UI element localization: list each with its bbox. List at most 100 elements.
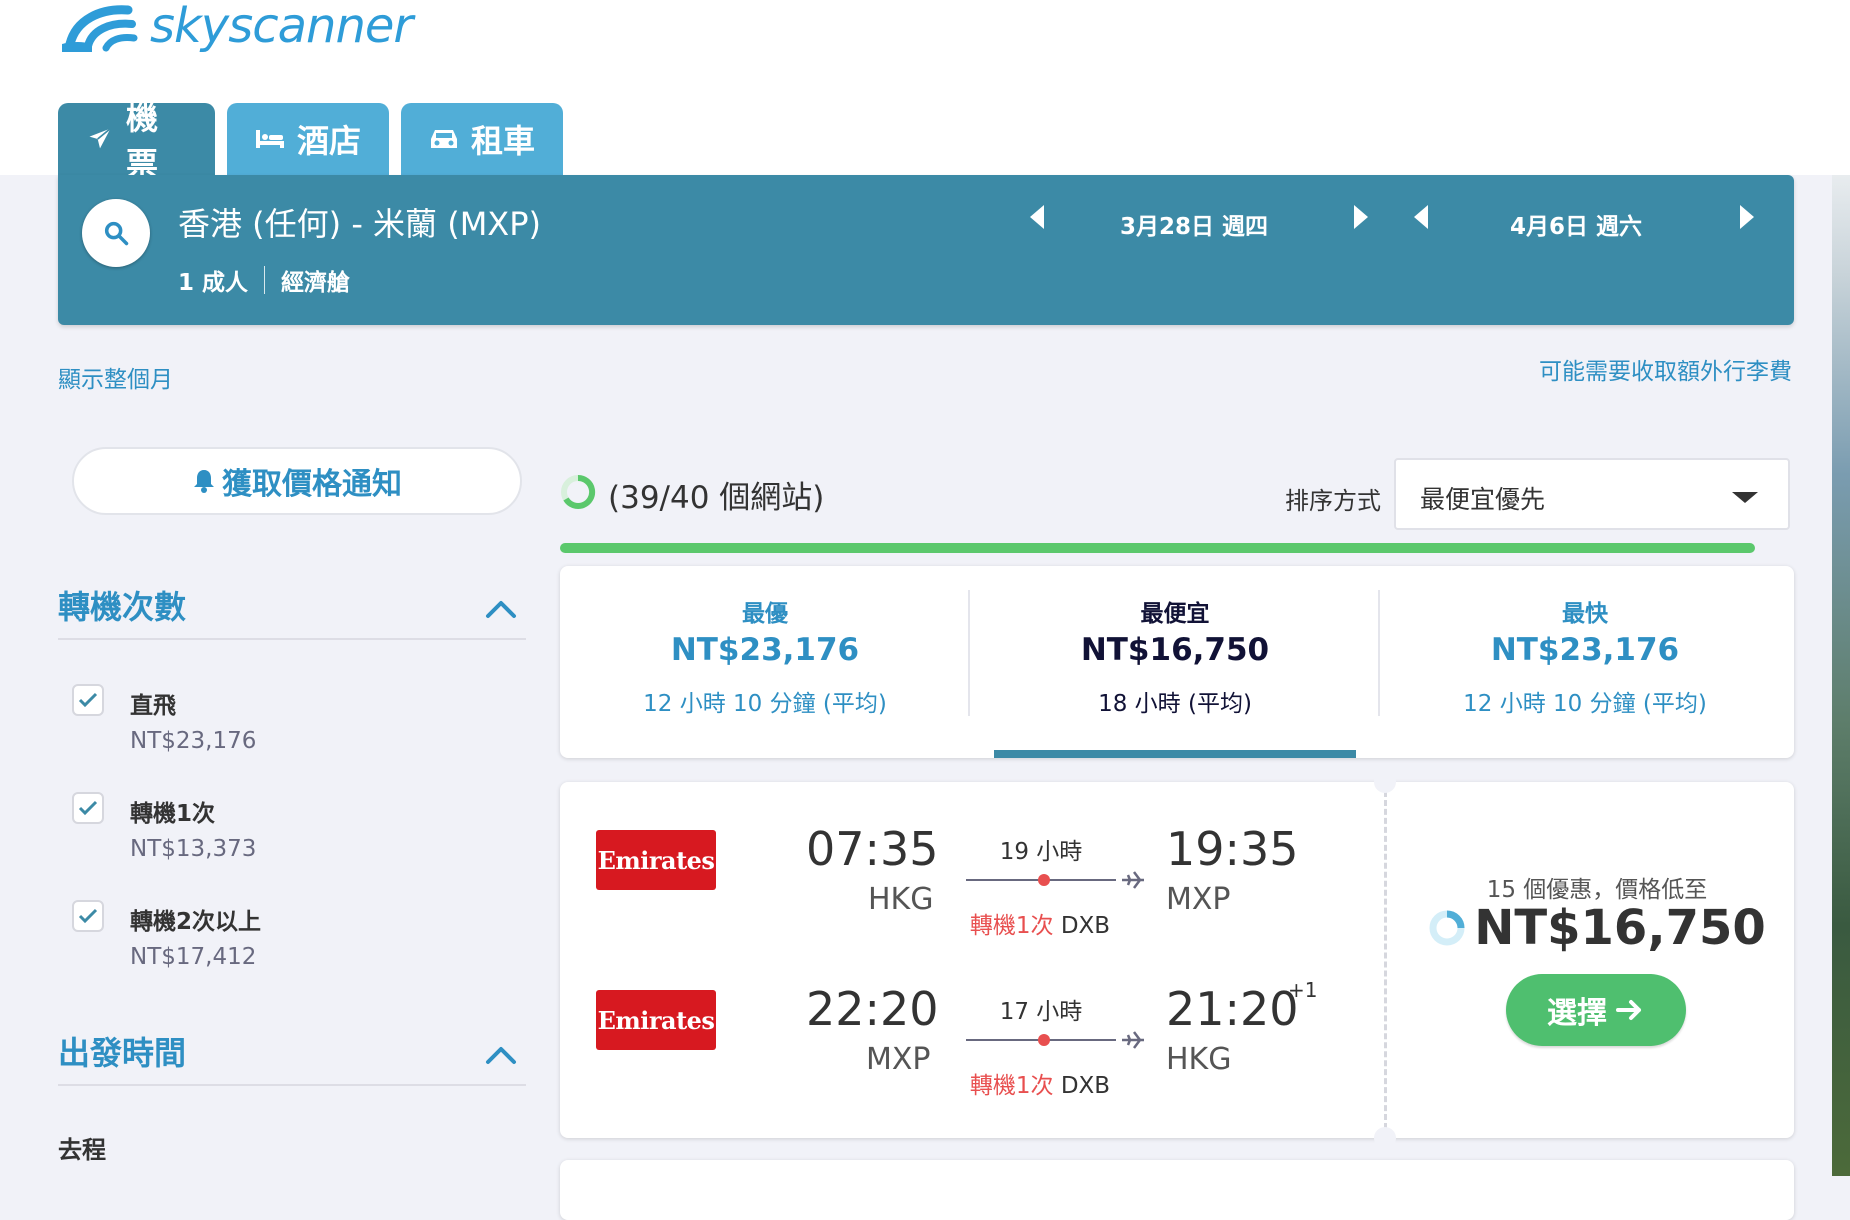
stops-filter-title: 轉機次數: [58, 588, 187, 626]
skyscanner-sunrise-icon: [62, 5, 138, 52]
tab-fastest[interactable]: 最快 NT$23,176 12 小時 10 分鐘 (平均): [1380, 566, 1790, 758]
ticket-notch: [1374, 1127, 1396, 1149]
tab-flights[interactable]: 機票: [58, 99, 215, 183]
leg2-stops: 轉機1次 DXB: [940, 1066, 1140, 1100]
leg2-duration: 17 小時: [999, 999, 1083, 1025]
tab-hotels[interactable]: 酒店: [227, 103, 390, 175]
deals-count-text: 15 個優惠，價格低至: [1486, 877, 1708, 903]
stops-one-checkbox[interactable]: [72, 792, 104, 824]
passenger-cabin-info[interactable]: 1 成人 經濟艙: [178, 263, 350, 297]
divider: [58, 638, 526, 640]
leg2-arrive-time: 21:20: [1166, 982, 1299, 1036]
price-alert-button[interactable]: 獲取價格通知: [72, 447, 522, 515]
leg2-day-offset: +1: [1288, 978, 1318, 1002]
tab-best-duration: 12 小時 10 分鐘 (平均): [643, 691, 887, 717]
tab-cheapest[interactable]: 最便宜 NT$16,750 18 小時 (平均): [970, 566, 1380, 758]
depart-prev-day-arrow-icon[interactable]: [1030, 205, 1044, 229]
tab-best-title: 最優: [742, 601, 788, 627]
stops-filter-header[interactable]: 轉機次數: [58, 582, 526, 628]
return-prev-day-arrow-icon[interactable]: [1414, 205, 1428, 229]
edit-search-button[interactable]: [82, 199, 150, 267]
leg1-arrive-time: 19:35: [1166, 822, 1299, 876]
airline-logo: Emirates: [596, 830, 716, 890]
tab-cheapest-title: 最便宜: [1140, 601, 1210, 627]
passengers-text: 1 成人: [178, 270, 249, 296]
tab-cheapest-duration: 18 小時 (平均): [1098, 691, 1252, 717]
caret-down-icon: [1732, 492, 1758, 503]
outbound-label: 去程: [58, 1136, 106, 1164]
stops-two-plus-price: NT$17,412: [130, 944, 257, 970]
select-button[interactable]: 選擇: [1506, 974, 1686, 1046]
departure-time-filter-header[interactable]: 出發時間: [58, 1028, 526, 1074]
leg2-arrive-code: HKG: [1166, 1042, 1232, 1077]
leg1-stops-count: 轉機1次: [969, 913, 1054, 939]
leg2-route-line: [966, 1034, 1116, 1046]
result-price-row: NT$16,750: [1400, 900, 1794, 956]
cabin-text: 經濟艙: [281, 270, 351, 296]
sort-label: 排序方式: [1285, 487, 1381, 515]
bed-icon: [255, 127, 285, 151]
leg2-stops-count: 轉機1次: [969, 1073, 1054, 1099]
car-icon: [429, 126, 459, 152]
return-next-day-arrow-icon[interactable]: [1740, 205, 1754, 229]
loading-spinner-icon: [561, 474, 596, 509]
tab-hotels-label: 酒店: [297, 122, 362, 160]
airline-logo: Emirates: [596, 990, 716, 1050]
price-alert-label: 獲取價格通知: [222, 467, 402, 502]
departure-time-filter-title: 出發時間: [58, 1034, 187, 1072]
check-icon: [78, 692, 98, 708]
stops-one-label[interactable]: 轉機1次: [130, 794, 215, 828]
leg1-stops: 轉機1次 DXB: [940, 906, 1140, 940]
chevron-up-icon[interactable]: [484, 1036, 518, 1074]
sort-selected-value: 最便宜優先: [1420, 485, 1546, 514]
check-icon: [78, 800, 98, 816]
result-card[interactable]: Emirates 07:35 HKG 19 小時 轉機1次 DXB 19:35 …: [560, 771, 1794, 1149]
depart-next-day-arrow-icon[interactable]: [1354, 205, 1368, 229]
result-card-next[interactable]: [560, 1160, 1794, 1220]
plane-icon: [1122, 1031, 1144, 1049]
tab-best-price: NT$23,176: [670, 632, 860, 668]
skyscanner-logo[interactable]: skyscanner: [58, 0, 413, 54]
leg1-arrive-code: MXP: [1166, 882, 1231, 917]
product-tabs: 機票 酒店 租車: [58, 99, 564, 183]
top-bar: skyscanner 機票 酒店 租車: [0, 0, 1850, 183]
leg1-duration: 19 小時: [999, 839, 1083, 865]
search-progress-bar: [560, 543, 1755, 553]
stops-direct-label[interactable]: 直飛: [130, 686, 176, 720]
stops-two-plus-checkbox[interactable]: [72, 900, 104, 932]
tab-car-hire-label: 租車: [471, 122, 536, 160]
stops-direct-checkbox[interactable]: [72, 684, 104, 716]
plane-icon: [1122, 871, 1144, 889]
stop-dot: [1038, 1034, 1050, 1046]
sort-summary-tabs: 最優 NT$23,176 12 小時 10 分鐘 (平均) 最便宜 NT$16,…: [560, 566, 1794, 758]
leg2-depart-time: 22:20: [806, 982, 939, 1036]
divider: [58, 1084, 526, 1086]
plane-icon: [86, 125, 114, 153]
card-divider: [1384, 782, 1387, 1138]
stops-one-price: NT$13,373: [130, 836, 257, 862]
tab-best[interactable]: 最優 NT$23,176 12 小時 10 分鐘 (平均): [560, 566, 970, 758]
select-button-label: 選擇: [1547, 996, 1607, 1031]
background-image-edge: [1832, 175, 1850, 1176]
arrow-right-icon: [1616, 1000, 1641, 1020]
tab-car-hire[interactable]: 租車: [401, 103, 564, 175]
leg1-via-code: DXB: [1060, 913, 1111, 939]
show-whole-month-link[interactable]: 顯示整個月: [58, 360, 173, 394]
leg1-depart-time: 07:35: [806, 822, 939, 876]
tab-fastest-title: 最快: [1562, 601, 1608, 627]
sort-select[interactable]: 最便宜優先: [1394, 458, 1790, 530]
bell-icon: [192, 468, 216, 494]
brand-name: skyscanner: [150, 0, 413, 54]
check-icon: [78, 908, 98, 924]
chevron-up-icon[interactable]: [484, 590, 518, 628]
search-icon: [104, 221, 129, 246]
baggage-fee-link[interactable]: 可能需要收取額外行李費: [1539, 352, 1792, 386]
route-text[interactable]: 香港 (任何) - 米蘭 (MXP): [178, 199, 541, 245]
loading-spinner-icon: [1429, 910, 1465, 946]
depart-date[interactable]: 3月28日 週四: [1120, 207, 1268, 241]
return-date[interactable]: 4月6日 週六: [1510, 207, 1642, 241]
stop-dot: [1038, 874, 1050, 886]
tab-cheapest-price: NT$16,750: [1080, 632, 1270, 668]
leg2-depart-code: MXP: [866, 1042, 931, 1077]
stops-two-plus-label[interactable]: 轉機2次以上: [130, 902, 261, 936]
